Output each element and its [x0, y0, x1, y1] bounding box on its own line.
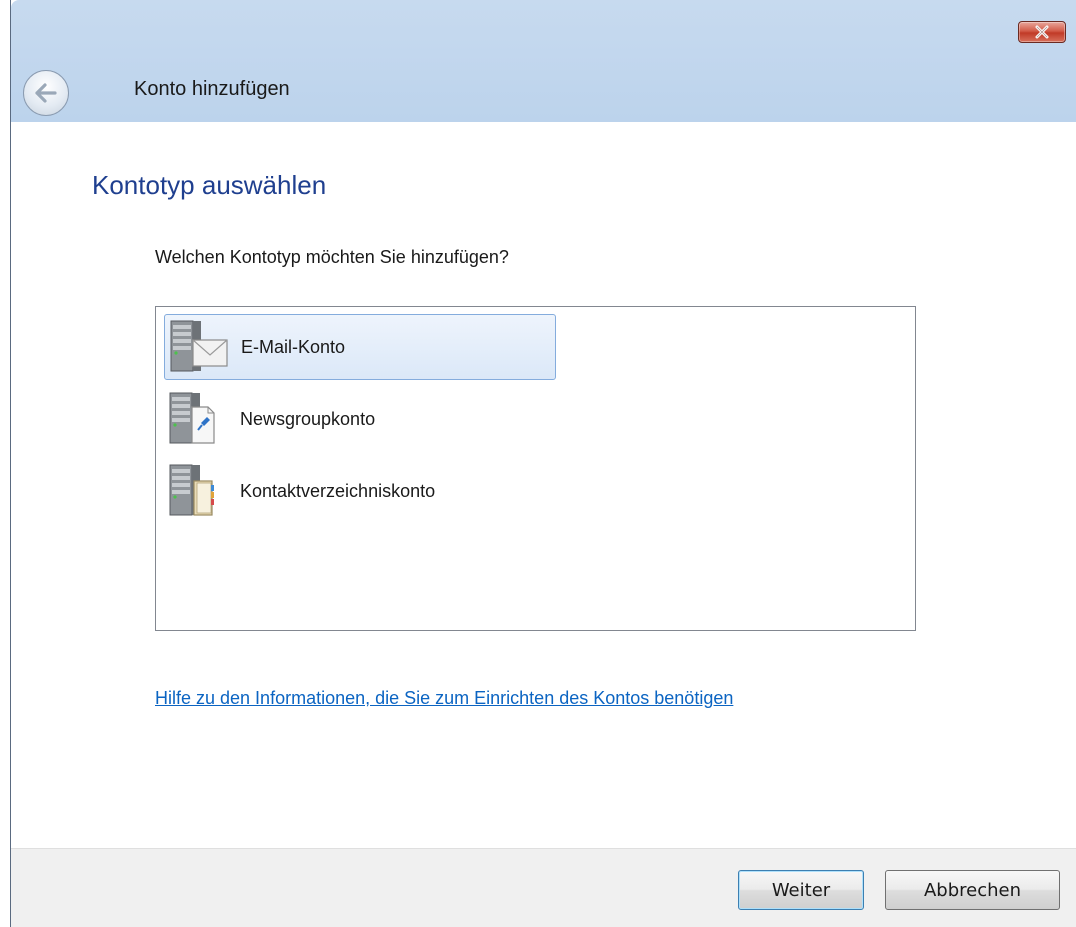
close-button[interactable] — [1018, 21, 1066, 43]
item-label: E-Mail-Konto — [241, 336, 346, 357]
arrow-left-icon — [35, 83, 57, 103]
account-type-list[interactable]: E-Mail-Konto Newsgroupkonto Kontaktverze… — [155, 306, 916, 631]
question-label: Welchen Kontotyp möchten Sie hinzufügen? — [155, 247, 509, 267]
list-item-email-account[interactable]: E-Mail-Konto — [164, 314, 556, 380]
list-item-newsgroup-account[interactable]: Newsgroupkonto — [164, 386, 556, 452]
window-title: Konto hinzufügen — [134, 78, 290, 100]
next-button[interactable]: Weiter — [738, 870, 864, 910]
list-item-directory-account[interactable]: Kontaktverzeichniskonto — [164, 458, 556, 524]
help-link[interactable]: Hilfe zu den Informationen, die Sie zum … — [155, 688, 733, 709]
page-heading: Kontotyp auswählen — [92, 170, 327, 200]
item-label: Newsgroupkonto — [240, 408, 376, 429]
email-server-icon — [170, 320, 228, 372]
back-button[interactable] — [23, 70, 69, 116]
title-bar — [11, 0, 1076, 122]
cancel-button[interactable]: Abbrechen — [885, 870, 1060, 910]
close-icon — [1035, 25, 1049, 39]
window-frame-left — [0, 0, 10, 927]
newsgroup-server-icon — [169, 392, 215, 444]
item-label: Kontaktverzeichniskonto — [240, 480, 436, 501]
directory-server-icon — [169, 464, 214, 516]
